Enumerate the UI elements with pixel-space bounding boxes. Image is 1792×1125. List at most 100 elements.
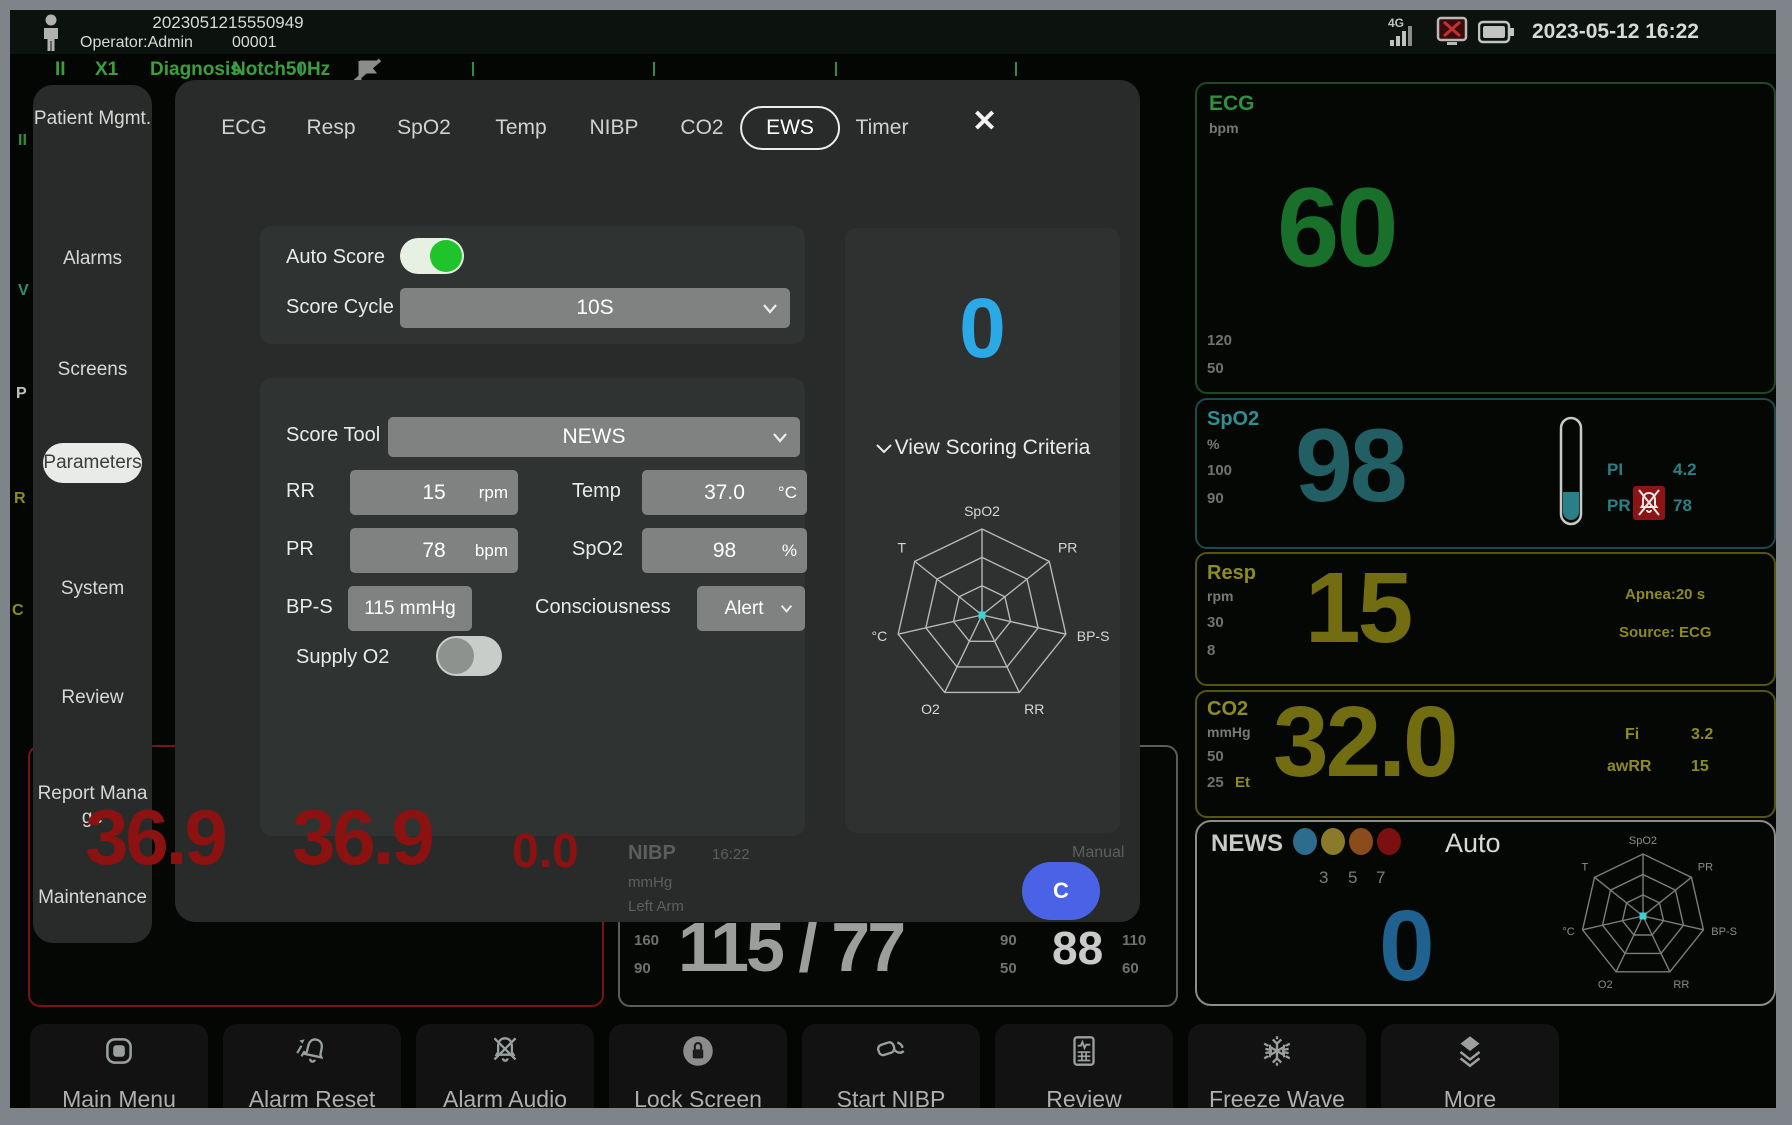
co2-limit-high: 50 — [1207, 748, 1224, 765]
patient-icon[interactable] — [38, 13, 64, 53]
consciousness-value: Alert — [724, 598, 763, 620]
bps-field[interactable]: 115 mmHg — [348, 586, 472, 631]
network-signal-icon: 4G — [1388, 16, 1428, 48]
wave-label-pleth: P — [16, 385, 27, 403]
toggle-knob — [430, 240, 462, 272]
start-nibp-button[interactable]: Start NIBP — [802, 1024, 980, 1108]
tab-co2[interactable]: CO2 — [680, 116, 723, 140]
sidebar-item-screens[interactable]: Screens — [33, 358, 152, 382]
news-threshold-dot — [1293, 828, 1317, 855]
alarm-reset-icon — [293, 1032, 331, 1070]
temp-field[interactable]: 37.0 °C — [642, 470, 807, 515]
close-icon[interactable]: ✕ — [972, 104, 997, 139]
more-label: More — [1381, 1086, 1559, 1108]
status-bar: 2023051215550949 Operator:Admin 00001 4G… — [10, 10, 1776, 54]
ews-radar: SpO2PRBP-SRRO2°CT — [850, 493, 1115, 743]
main-menu-button[interactable]: Main Menu — [30, 1024, 208, 1108]
ecg-wave-spike — [835, 62, 837, 76]
svg-text:RR: RR — [1024, 701, 1044, 717]
temp-field-label: Temp — [572, 480, 621, 503]
sidebar-item-parameters[interactable]: Parameters — [43, 443, 142, 483]
awrr-value: 15 — [1691, 758, 1709, 776]
nibp-label: NIBP — [628, 842, 676, 865]
tab-resp[interactable]: Resp — [306, 116, 355, 140]
svg-text:BP-S: BP-S — [1711, 926, 1737, 938]
tab-temp[interactable]: Temp — [495, 116, 546, 140]
lock-screen-button[interactable]: Lock Screen — [609, 1024, 787, 1108]
spo2-field-label: SpO2 — [572, 538, 623, 561]
tab-ecg[interactable]: ECG — [221, 116, 267, 140]
freeze-wave-label: Freeze Wave — [1188, 1086, 1366, 1108]
ecg-lead-label: II — [55, 59, 66, 81]
operator-label: Operator:Admin — [80, 34, 193, 52]
ecg-wave-spike — [1015, 62, 1017, 76]
tab-ews[interactable]: EWS — [740, 106, 840, 150]
ecg-wave-spike — [472, 62, 474, 76]
snowflake-icon — [1258, 1032, 1296, 1070]
sidebar-item-system[interactable]: System — [33, 577, 152, 601]
svg-text:RR: RR — [1673, 979, 1689, 991]
temp-field-unit: °C — [778, 483, 797, 503]
bezel-right — [1776, 0, 1792, 1125]
alarm-audio-button[interactable]: Alarm Audio — [416, 1024, 594, 1108]
pr-field-unit: bpm — [475, 541, 508, 561]
svg-text:°C: °C — [1562, 926, 1574, 938]
consciousness-select[interactable]: Alert — [697, 586, 805, 631]
resp-tile[interactable]: Resp rpm 30 8 15 Apnea:20 s Source: ECG — [1195, 552, 1776, 686]
spo2-field[interactable]: 98 % — [642, 528, 807, 573]
more-layers-icon — [1451, 1032, 1489, 1070]
alarm-reset-button[interactable]: Alarm Reset — [223, 1024, 401, 1108]
sidebar-item-patient-mgmt[interactable]: Patient Mgmt. — [33, 107, 152, 131]
supply-o2-toggle[interactable] — [436, 636, 502, 676]
pr-alarm-off-icon — [1633, 486, 1665, 520]
rr-field-label: RR — [286, 480, 315, 503]
sidebar-item-alarms[interactable]: Alarms — [33, 247, 152, 271]
confirm-button[interactable]: C — [1022, 862, 1100, 920]
score-cycle-select[interactable]: 10S — [400, 288, 790, 328]
tab-spo2[interactable]: SpO2 — [397, 116, 451, 140]
fi-value: 3.2 — [1691, 726, 1713, 744]
news-dots — [1293, 828, 1405, 860]
co2-tile[interactable]: CO2 mmHg 50 25 Et 32.0 Fi 3.2 awRR 15 — [1195, 690, 1776, 818]
view-scoring-criteria[interactable]: View Scoring Criteria — [845, 436, 1120, 460]
tab-nibp[interactable]: NIBP — [589, 116, 638, 140]
alarm-audio-label: Alarm Audio — [416, 1086, 594, 1108]
spo2-limit-low: 90 — [1207, 490, 1224, 507]
lock-icon — [679, 1032, 717, 1070]
tab-timer[interactable]: Timer — [856, 116, 909, 140]
spo2-value: 98 — [1295, 414, 1405, 518]
review-button[interactable]: Review — [995, 1024, 1173, 1108]
auto-score-toggle[interactable] — [400, 238, 464, 274]
review-label: Review — [995, 1086, 1173, 1108]
ecg-tile[interactable]: ECG bpm 60 120 50 — [1195, 82, 1776, 394]
ews-score-value: 0 — [845, 286, 1120, 370]
wave-label-co2: C — [12, 602, 24, 620]
wave-label-2: V — [18, 282, 29, 300]
sidebar-item-review[interactable]: Review — [33, 686, 152, 710]
start-nibp-label: Start NIBP — [802, 1086, 980, 1108]
sidebar-item-maintenance[interactable]: Maintenance — [33, 886, 152, 910]
ecg-hr-value: 60 — [1277, 172, 1396, 284]
freeze-wave-button[interactable]: Freeze Wave — [1188, 1024, 1366, 1108]
nibp-time: 16:22 — [712, 846, 750, 863]
co2-value: 32.0 — [1273, 692, 1456, 792]
rr-field[interactable]: 15 rpm — [350, 470, 518, 515]
ecg-filter-label: Diagnosis — [150, 59, 241, 81]
nibp-map-value: 88 — [1052, 925, 1103, 971]
spo2-limit-high: 100 — [1207, 462, 1232, 479]
spo2-tile[interactable]: SpO2 % 100 90 98 PI 4.2 PR 78 — [1195, 398, 1776, 549]
pr-field-label: PR — [286, 538, 314, 561]
bps-field-value: 115 mmHg — [364, 598, 456, 620]
consciousness-label: Consciousness — [535, 596, 671, 619]
ecg-wave-spike — [653, 62, 655, 76]
more-button[interactable]: More — [1381, 1024, 1559, 1108]
temp-td-value: 0.0 — [512, 828, 579, 876]
score-tool-select[interactable]: NEWS — [388, 417, 800, 457]
wave-label-resp: R — [14, 490, 26, 508]
news-tile[interactable]: NEWS 3 5 7 Auto 0 SpO2PRBP-SRRO2°CT — [1195, 820, 1776, 1006]
alarm-reset-label: Alarm Reset — [223, 1086, 401, 1108]
score-cycle-label: Score Cycle — [286, 296, 394, 319]
news-tile-label: NEWS — [1211, 830, 1283, 858]
pr-field[interactable]: 78 bpm — [350, 528, 518, 573]
apnea-setting: Apnea:20 s — [1625, 586, 1705, 603]
